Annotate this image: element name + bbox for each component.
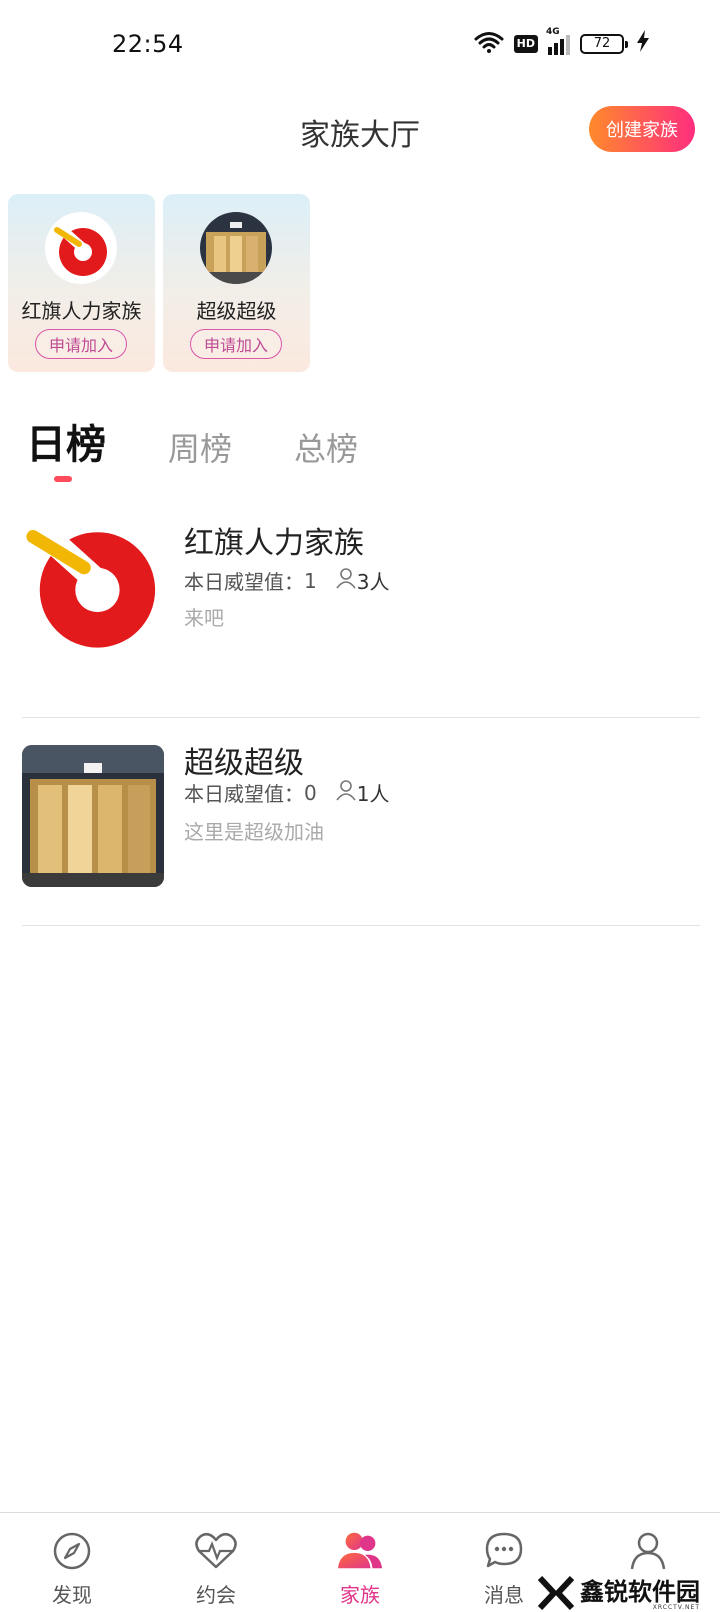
ranking-description: 来吧 bbox=[184, 606, 224, 630]
chat-bubble-icon bbox=[480, 1527, 528, 1575]
cellular-signal-icon: 4G bbox=[546, 27, 570, 55]
family-logo-icon bbox=[22, 510, 164, 652]
watermark-text-block: 鑫锐软件园 XRCCTV.NET bbox=[580, 1580, 700, 1611]
status-icons: HD 4G 72 bbox=[474, 27, 650, 57]
family-card[interactable]: 超级超级 申请加入 bbox=[163, 194, 310, 372]
status-time: 22:54 bbox=[112, 30, 184, 58]
family-card[interactable]: 红旗人力家族 申请加入 bbox=[8, 194, 155, 372]
tab-total[interactable]: 总榜 bbox=[294, 424, 358, 470]
nav-dating[interactable]: 约会 bbox=[144, 1513, 288, 1612]
person-icon bbox=[335, 779, 357, 806]
watermark-logo-icon bbox=[537, 1575, 575, 1612]
family-cards: 红旗人力家族 申请加入 超级超级 申请加入 bbox=[8, 194, 310, 372]
family-photo bbox=[22, 745, 164, 887]
family-logo-icon bbox=[45, 212, 117, 284]
user-icon bbox=[624, 1527, 672, 1575]
person-icon bbox=[335, 567, 357, 594]
nav-label: 家族 bbox=[340, 1583, 380, 1607]
member-count: 1人 bbox=[335, 778, 390, 807]
ranking-description: 这里是超级加油 bbox=[184, 820, 324, 844]
watermark-text: 鑫锐软件园 bbox=[580, 1577, 700, 1606]
heartbeat-icon bbox=[192, 1527, 240, 1575]
ranking-family-name: 超级超级 bbox=[184, 746, 304, 781]
nav-label: 消息 bbox=[484, 1583, 524, 1607]
nav-label: 约会 bbox=[196, 1583, 236, 1607]
nav-discover[interactable]: 发现 bbox=[0, 1513, 144, 1612]
ranking-family-name: 红旗人力家族 bbox=[184, 526, 364, 561]
family-card-name: 红旗人力家族 bbox=[21, 299, 142, 323]
member-count-value: 1人 bbox=[356, 782, 390, 806]
compass-icon bbox=[48, 1527, 96, 1575]
ranking-stats: 本日威望值： 1 3人 bbox=[184, 566, 389, 595]
apply-join-button[interactable]: 申请加入 bbox=[35, 329, 127, 359]
tab-daily[interactable]: 日榜 bbox=[26, 412, 106, 482]
prestige-label: 本日威望值： bbox=[184, 782, 304, 806]
tab-active-indicator bbox=[54, 476, 72, 482]
charging-icon bbox=[636, 30, 650, 57]
network-type: 4G bbox=[546, 26, 560, 37]
ranking-list: 红旗人力家族 本日威望值： 1 3人 来吧 超级超级 本日威望值： 0 1人 这… bbox=[22, 510, 700, 926]
nav-family[interactable]: 家族 bbox=[288, 1513, 432, 1612]
family-card-name: 超级超级 bbox=[196, 299, 277, 323]
prestige-label: 本日威望值： bbox=[184, 570, 304, 594]
member-count: 3人 bbox=[335, 566, 390, 595]
prestige-value: 0 bbox=[304, 780, 317, 805]
group-icon bbox=[336, 1527, 384, 1575]
create-family-button[interactable]: 创建家族 bbox=[589, 106, 695, 152]
tab-weekly[interactable]: 周榜 bbox=[168, 424, 232, 470]
status-bar: 22:54 HD 4G 72 bbox=[0, 0, 720, 90]
battery-level: 72 bbox=[593, 36, 611, 51]
member-count-value: 3人 bbox=[356, 570, 390, 594]
ranking-item[interactable]: 红旗人力家族 本日威望值： 1 3人 来吧 bbox=[22, 510, 700, 718]
tab-daily-label: 日榜 bbox=[26, 422, 106, 468]
battery-icon: 72 bbox=[580, 33, 628, 54]
nav-label: 发现 bbox=[52, 1583, 92, 1607]
ranking-item[interactable]: 超级超级 本日威望值： 0 1人 这里是超级加油 bbox=[22, 718, 700, 926]
apply-join-button[interactable]: 申请加入 bbox=[190, 329, 282, 359]
family-photo bbox=[200, 212, 272, 284]
watermark: 鑫锐软件园 XRCCTV.NET bbox=[537, 1575, 700, 1612]
ranking-stats: 本日威望值： 0 1人 bbox=[184, 778, 389, 807]
ranking-tabs: 日榜 周榜 总榜 bbox=[26, 412, 420, 482]
hd-badge: HD bbox=[513, 34, 538, 53]
prestige-value: 1 bbox=[304, 568, 317, 593]
wifi-icon bbox=[474, 31, 504, 57]
